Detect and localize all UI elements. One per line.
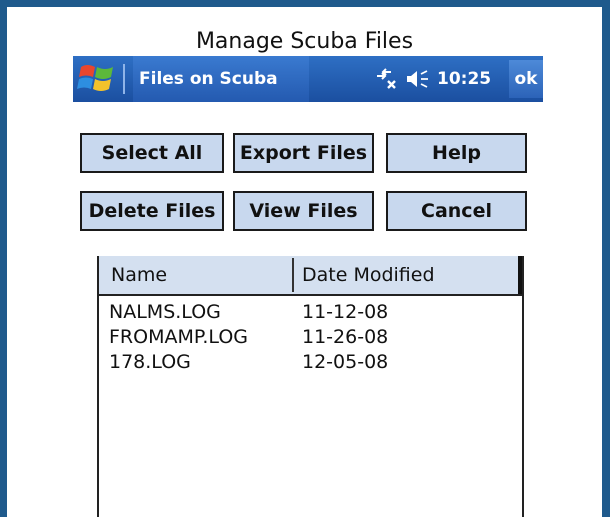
ok-button[interactable]: ok [509,60,543,98]
clock: 10:25 [437,69,492,89]
view-files-button[interactable]: View Files [233,191,374,231]
file-date: 11-26-08 [302,326,389,348]
connectivity-icon [377,68,396,89]
file-name: NALMS.LOG [109,301,221,323]
app-title: Files on Scuba [133,56,309,102]
file-name: 178.LOG [109,351,191,373]
windows-logo-icon[interactable] [77,61,117,97]
file-date: 11-12-08 [302,301,389,323]
device-titlebar: Files on Scuba 10:25 ok [73,56,543,102]
export-files-button[interactable]: Export Files [233,133,374,173]
page-caption: Manage Scuba Files [195,29,414,54]
file-date: 12-05-08 [302,351,389,373]
help-button[interactable]: Help [386,133,527,173]
speaker-icon [407,70,428,88]
titlebar-separator [123,64,125,94]
file-list[interactable]: Name Date Modified NALMS.LOG 11-12-08 FR… [97,256,524,517]
select-all-button[interactable]: Select All [80,133,224,173]
status-icons [377,68,428,89]
column-header-name[interactable]: Name [111,256,167,294]
cancel-button[interactable]: Cancel [386,191,527,231]
column-header-date[interactable]: Date Modified [302,256,435,294]
list-item[interactable]: NALMS.LOG 11-12-08 [99,300,522,324]
delete-files-button[interactable]: Delete Files [80,191,224,231]
list-header: Name Date Modified [99,256,522,296]
column-divider[interactable] [292,258,294,292]
list-item[interactable]: FROMAMP.LOG 11-26-08 [99,325,522,349]
column-divider-end [518,256,522,294]
list-item[interactable]: 178.LOG 12-05-08 [99,350,522,374]
file-name: FROMAMP.LOG [109,326,248,348]
